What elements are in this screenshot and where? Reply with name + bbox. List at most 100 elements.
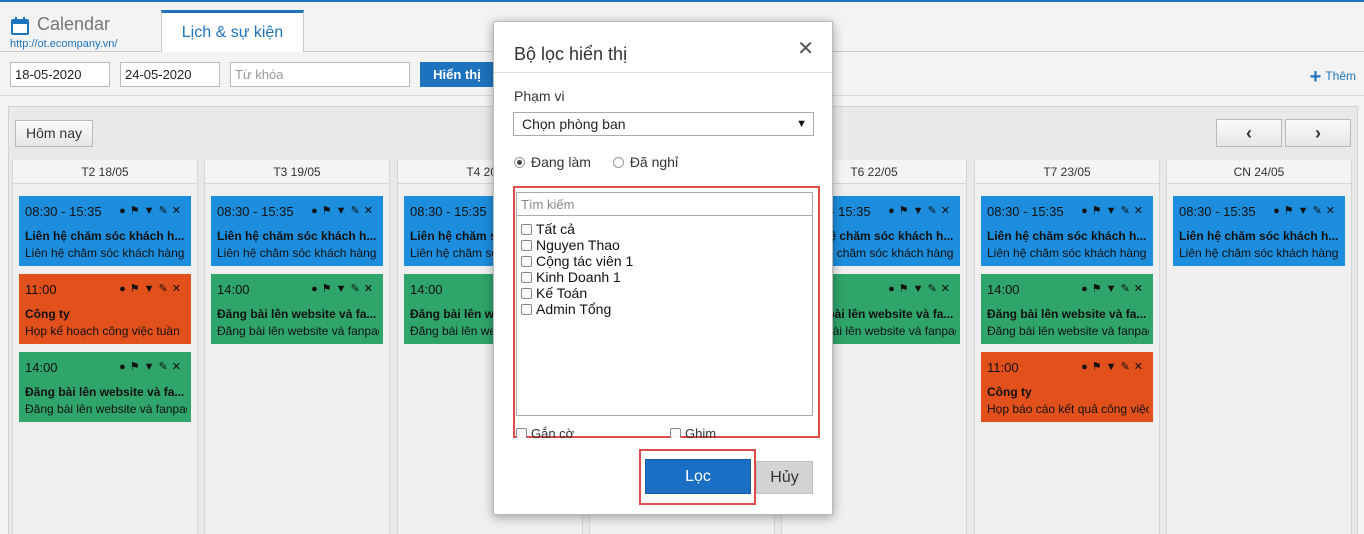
pin-icon[interactable]: ▼ — [144, 283, 159, 295]
flag-icon[interactable]: ⚑ — [899, 205, 913, 217]
flag-icon[interactable]: ⚑ — [1284, 205, 1298, 217]
member-item[interactable]: Admin Tổng — [517, 301, 812, 317]
extra-options: Gắn cờ Ghim — [516, 426, 813, 438]
pencil-icon[interactable]: ✎ — [351, 205, 364, 217]
event-description: Đăng bài lên website và fanpag — [25, 402, 187, 416]
close-icon[interactable]: ✕ — [172, 283, 185, 295]
pencil-icon[interactable]: ✎ — [1121, 361, 1134, 373]
user-icon[interactable]: ● — [888, 283, 899, 295]
user-icon[interactable]: ● — [1273, 205, 1284, 217]
option-pin[interactable]: Ghim — [670, 426, 716, 438]
event-card[interactable]: 14:00 ●⚑▼✎✕ Đăng bài lên website và fa... Đ… — [19, 352, 191, 422]
close-icon[interactable]: ✕ — [797, 36, 814, 61]
user-icon[interactable]: ● — [888, 205, 899, 217]
radio-working[interactable]: Đang làm — [514, 154, 591, 170]
tab-calendar-events[interactable]: Lịch & sự kiện — [161, 10, 304, 53]
event-card[interactable]: 11:00 ●⚑▼✎✕ Công ty Họp kế hoạch công việc … — [19, 274, 191, 344]
member-item[interactable]: Cộng tác viên 1 — [517, 253, 812, 269]
member-item[interactable]: Nguyen Thao — [517, 237, 812, 253]
show-button[interactable]: Hiển thị — [420, 62, 494, 87]
event-actions: ●⚑▼✎✕ — [311, 282, 377, 295]
add-button[interactable]: + Thêm — [1310, 66, 1356, 89]
pencil-icon[interactable]: ✎ — [1121, 283, 1134, 295]
close-icon[interactable]: ✕ — [941, 283, 954, 295]
radio-quit[interactable]: Đã nghỉ — [612, 154, 678, 170]
user-icon[interactable]: ● — [1081, 205, 1092, 217]
keyword-input[interactable] — [230, 62, 410, 87]
pin-icon[interactable]: ▼ — [144, 361, 159, 373]
pencil-icon[interactable]: ✎ — [159, 205, 172, 217]
close-icon[interactable]: ✕ — [364, 283, 377, 295]
user-icon[interactable]: ● — [1081, 361, 1092, 373]
day-column: CN 24/05 08:30 - 15:35 ●⚑▼✎✕ Liên hệ chăm s… — [1166, 160, 1352, 534]
status-radio-group: Đang làm Đã nghỉ — [514, 154, 678, 170]
pin-icon[interactable]: ▼ — [1106, 283, 1121, 295]
close-icon[interactable]: ✕ — [172, 361, 185, 373]
event-card[interactable]: 14:00 ●⚑▼✎✕ Đăng bài lên website và fa... Đ… — [211, 274, 383, 344]
prev-week-button[interactable]: ‹ — [1216, 119, 1282, 147]
cancel-button[interactable]: Hủy — [756, 461, 813, 494]
filter-button[interactable]: Lọc — [645, 459, 751, 494]
close-icon[interactable]: ✕ — [172, 205, 185, 217]
pin-icon[interactable]: ▼ — [336, 205, 351, 217]
event-title: Liên hệ chăm sóc khách h... — [25, 229, 185, 243]
user-icon[interactable]: ● — [119, 283, 130, 295]
close-icon[interactable]: ✕ — [1134, 361, 1147, 373]
option-flag[interactable]: Gắn cờ — [516, 426, 574, 438]
flag-icon[interactable]: ⚑ — [1092, 205, 1106, 217]
user-icon[interactable]: ● — [1081, 283, 1092, 295]
event-title: Đăng bài lên website và fa... — [25, 385, 185, 399]
pin-icon[interactable]: ▼ — [913, 283, 928, 295]
user-icon[interactable]: ● — [311, 205, 322, 217]
event-card[interactable]: 08:30 - 15:35 ●⚑▼✎✕ Liên hệ chăm sóc khách… — [1173, 196, 1345, 266]
pin-icon[interactable]: ▼ — [144, 205, 159, 217]
pencil-icon[interactable]: ✎ — [928, 205, 941, 217]
member-item[interactable]: Kinh Doanh 1 — [517, 269, 812, 285]
pencil-icon[interactable]: ✎ — [1121, 205, 1134, 217]
pin-icon[interactable]: ▼ — [1298, 205, 1313, 217]
member-item[interactable]: Tất cả — [517, 221, 812, 237]
event-card[interactable]: 08:30 - 15:35 ●⚑▼✎✕ Liên hệ chăm sóc khách… — [981, 196, 1153, 266]
flag-icon[interactable]: ⚑ — [130, 361, 144, 373]
pencil-icon[interactable]: ✎ — [1313, 205, 1326, 217]
department-select[interactable]: Chọn phòng ban ▼ — [513, 112, 814, 136]
pencil-icon[interactable]: ✎ — [351, 283, 364, 295]
member-item[interactable]: Kế Toán — [517, 285, 812, 301]
app-url[interactable]: http://ot.ecompany.vn/ — [10, 38, 117, 50]
close-icon[interactable]: ✕ — [1134, 283, 1147, 295]
department-select-value: Chọn phòng ban — [522, 116, 626, 132]
date-to-input[interactable] — [120, 62, 220, 87]
flag-icon[interactable]: ⚑ — [899, 283, 913, 295]
flag-icon[interactable]: ⚑ — [322, 283, 336, 295]
pin-icon[interactable]: ▼ — [1106, 205, 1121, 217]
event-title: Liên hệ chăm sóc khách h... — [987, 229, 1147, 243]
event-card[interactable]: 08:30 - 15:35 ●⚑▼✎✕ Liên hệ chăm sóc khách… — [19, 196, 191, 266]
close-icon[interactable]: ✕ — [941, 205, 954, 217]
pin-icon[interactable]: ▼ — [913, 205, 928, 217]
close-icon[interactable]: ✕ — [1134, 205, 1147, 217]
event-card[interactable]: 14:00 ●⚑▼✎✕ Đăng bài lên website và fa... Đ… — [981, 274, 1153, 344]
today-button[interactable]: Hôm nay — [15, 120, 93, 147]
pencil-icon[interactable]: ✎ — [159, 361, 172, 373]
flag-icon[interactable]: ⚑ — [322, 205, 336, 217]
pin-icon[interactable]: ▼ — [1106, 361, 1121, 373]
next-week-button[interactable]: › — [1285, 119, 1351, 147]
event-card[interactable]: 11:00 ●⚑▼✎✕ Công ty Họp báo cáo kết quả côn… — [981, 352, 1153, 422]
flag-icon[interactable]: ⚑ — [130, 283, 144, 295]
date-from-input[interactable] — [10, 62, 110, 87]
user-icon[interactable]: ● — [119, 361, 130, 373]
flag-icon[interactable]: ⚑ — [1092, 361, 1106, 373]
flag-icon[interactable]: ⚑ — [130, 205, 144, 217]
flag-icon[interactable]: ⚑ — [1092, 283, 1106, 295]
pencil-icon[interactable]: ✎ — [928, 283, 941, 295]
close-icon[interactable]: ✕ — [364, 205, 377, 217]
day-header: T2 18/05 — [13, 160, 197, 184]
radio-off-icon — [612, 157, 624, 168]
pin-icon[interactable]: ▼ — [336, 283, 351, 295]
close-icon[interactable]: ✕ — [1326, 205, 1339, 217]
user-icon[interactable]: ● — [119, 205, 130, 217]
event-card[interactable]: 08:30 - 15:35 ●⚑▼✎✕ Liên hệ chăm sóc khách… — [211, 196, 383, 266]
member-search-input[interactable] — [516, 192, 813, 216]
pencil-icon[interactable]: ✎ — [159, 283, 172, 295]
user-icon[interactable]: ● — [311, 283, 322, 295]
